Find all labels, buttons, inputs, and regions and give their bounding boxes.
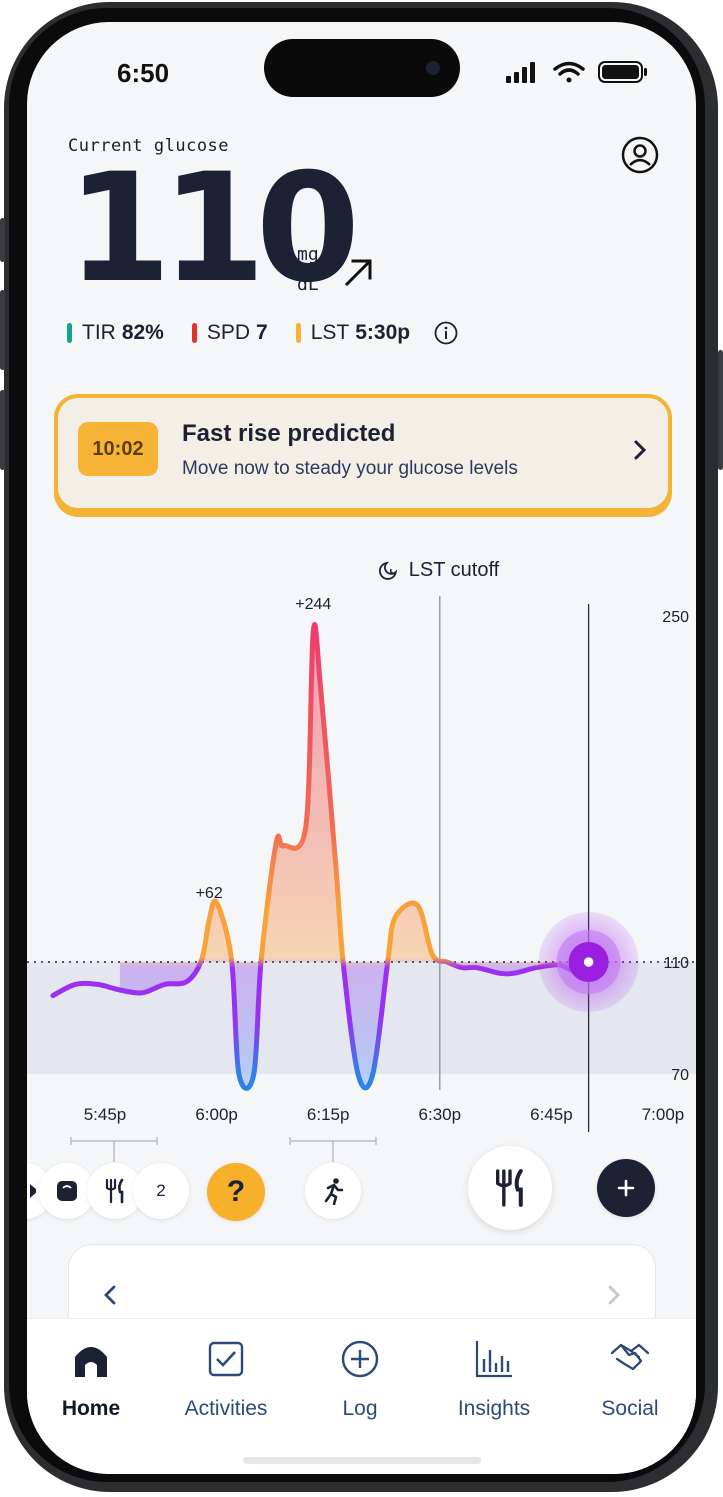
alert-title: Fast rise predicted — [182, 420, 396, 447]
marker-dot — [581, 954, 596, 970]
current-glucose-marker[interactable] — [538, 912, 639, 1012]
info-icon[interactable] — [434, 321, 458, 345]
fork-knife-icon — [496, 1169, 523, 1207]
unknown-event-button[interactable]: ? — [207, 1163, 265, 1221]
glucose-chart: LST cutoff +62 +244 250 110 70 5:45p 6:00p 6:… — [27, 552, 696, 1182]
annotation-label-0: +62 — [196, 885, 223, 902]
glucose-unit: mg dL — [297, 240, 319, 300]
volume-up-button — [0, 290, 5, 370]
stat-tir-name: TIR — [82, 321, 116, 344]
stat-lst-name: LST — [310, 321, 350, 344]
tab-home-label: Home — [61, 1397, 121, 1420]
chevron-left-icon[interactable] — [99, 1281, 121, 1309]
camera-dot — [426, 61, 440, 75]
stat-spd-value: 7 — [256, 321, 268, 344]
add-event-button[interactable] — [597, 1159, 655, 1217]
stat-tir-value: 82% — [121, 321, 164, 344]
current-meal-button[interactable] — [468, 1146, 552, 1230]
bar-chart-icon — [472, 1337, 516, 1381]
glucose-chart-svg: LST cutoff +62 +244 250 110 70 5:45p 6:00p 6:… — [27, 559, 696, 1182]
tir-color-marker — [67, 323, 72, 343]
x-tick-label-0: 5:45p — [84, 1105, 127, 1124]
checkbox-icon — [204, 1337, 248, 1381]
exercise-marker-button[interactable] — [305, 1163, 361, 1219]
y-tick-label-0: 250 — [662, 609, 689, 626]
bottom-tab-bar: Home Activities Log Insights Social — [27, 1318, 696, 1474]
home-icon — [69, 1337, 113, 1381]
x-tick-label-2: 6:15p — [307, 1105, 350, 1124]
tab-social[interactable]: Social — [565, 1337, 695, 1421]
stat-lst-value: 5:30p — [355, 321, 411, 344]
tab-home[interactable]: Home — [27, 1337, 156, 1421]
meal-count-badge[interactable]: 2 — [133, 1163, 189, 1219]
lst-cutoff-text: LST cutoff — [409, 559, 500, 581]
moon-clock-icon — [378, 561, 398, 580]
fork-knife-icon — [105, 1178, 124, 1204]
stat-lst: LST 5:30p — [295, 321, 411, 345]
tab-activities-label: Activities — [184, 1397, 268, 1420]
app-screen: 6:50 Current glucose 110 mg dL TIR 82% S… — [27, 22, 696, 1474]
home-indicator — [243, 1457, 481, 1464]
play-icon — [30, 1184, 36, 1198]
silent-switch — [0, 218, 5, 262]
stat-spd-name: SPD — [206, 321, 251, 344]
annotation-label-1: +244 — [295, 596, 331, 613]
wifi-icon — [553, 61, 585, 83]
handshake-icon — [608, 1337, 652, 1381]
unit-numerator: mg — [297, 244, 319, 265]
alert-subtitle: Move now to steady your glucose levels — [182, 458, 518, 479]
status-time: 6:50 — [117, 58, 170, 88]
volume-down-button — [0, 390, 5, 470]
lst-cutoff-label: LST cutoff — [378, 559, 500, 581]
y-tick-label-1: 110 — [663, 955, 689, 972]
battery-icon — [598, 61, 647, 83]
tab-social-label: Social — [601, 1397, 659, 1420]
dynamic-island — [264, 39, 460, 97]
chevron-right-icon[interactable] — [603, 1281, 625, 1309]
tab-insights[interactable]: Insights — [429, 1337, 559, 1421]
cellular-signal-icon — [506, 62, 535, 83]
spd-color-marker — [191, 323, 197, 343]
running-icon — [324, 1178, 344, 1205]
x-tick-label-3: 6:30p — [419, 1105, 462, 1124]
power-button — [718, 350, 723, 470]
tab-log[interactable]: Log — [295, 1337, 425, 1421]
timeline-action-row: 2 ? — [27, 1137, 696, 1237]
user-circle-icon[interactable] — [621, 136, 659, 174]
status-icons — [506, 61, 647, 83]
plus-icon — [617, 1179, 635, 1197]
unit-denominator: dL — [297, 274, 319, 295]
y-tick-label-2: 70 — [671, 1067, 689, 1084]
alert-timer-badge: 10:02 — [78, 422, 158, 476]
stat-spd: SPD 7 — [191, 321, 268, 345]
chevron-right-icon — [634, 440, 647, 460]
fast-rise-alert-card[interactable]: 10:02 Fast rise predicted Move now to st… — [54, 394, 672, 512]
tab-insights-label: Insights — [457, 1397, 531, 1420]
tab-log-label: Log — [342, 1397, 378, 1420]
timeline-brackets — [70, 1137, 377, 1162]
stats-row: TIR 82% SPD 7 LST 5:30p — [67, 321, 458, 345]
x-tick-label-5: 7:00p — [642, 1105, 685, 1124]
lst-color-marker — [295, 323, 301, 343]
stat-tir: TIR 82% — [67, 321, 164, 345]
plus-circle-icon — [338, 1337, 382, 1381]
tab-activities[interactable]: Activities — [161, 1337, 291, 1421]
x-tick-label-4: 6:45p — [530, 1105, 573, 1124]
x-tick-label-1: 6:00p — [195, 1105, 238, 1124]
arrow-up-right-icon — [344, 259, 372, 287]
scale-icon — [57, 1181, 77, 1201]
